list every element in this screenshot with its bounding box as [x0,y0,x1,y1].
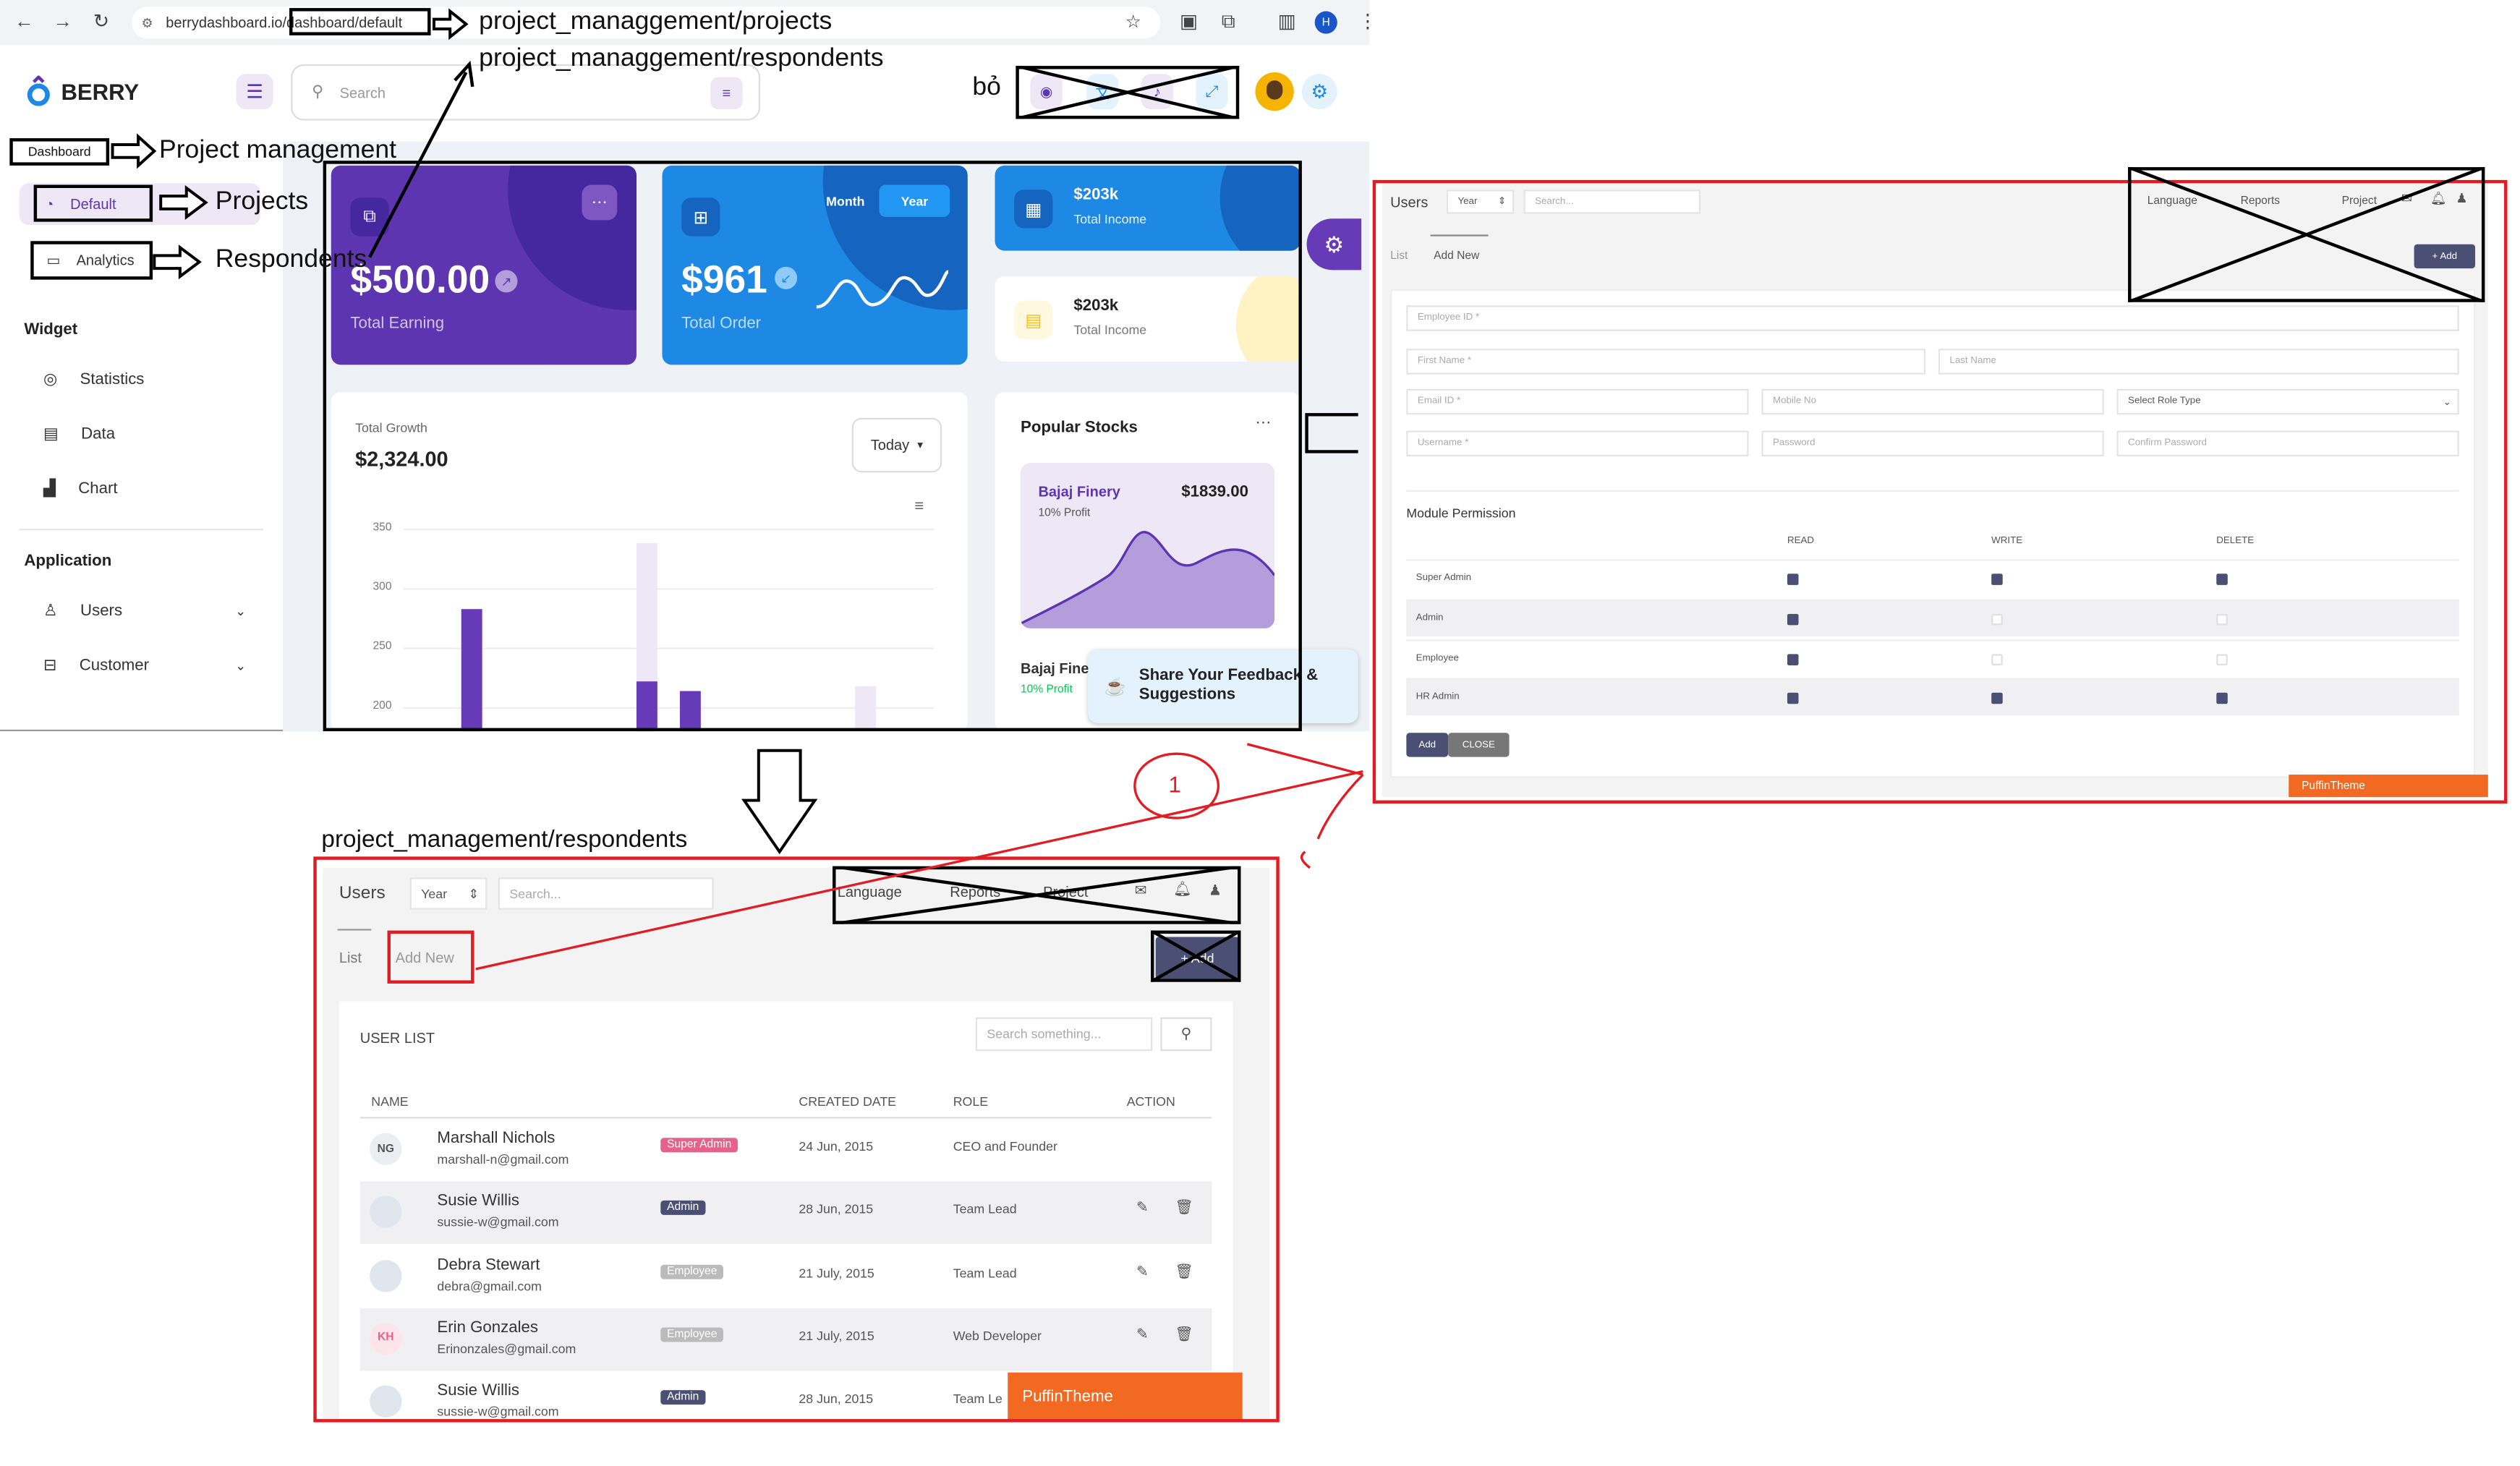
sidepanel-icon[interactable]: ▥ [1278,9,1296,32]
annotation-respondents-path: project_managgement/respondents [479,45,884,72]
berry-logo: BERRY [24,75,139,107]
filter-icon[interactable]: ≡ [710,77,743,110]
data-icon: ▤ [43,425,59,444]
nav-users-label: Users [80,602,123,621]
chevron-down-icon: ⌄ [235,604,246,619]
menu-toggle-button[interactable]: ☰ [236,74,273,110]
annotation-projects: Projects [215,187,309,216]
url-highlight-box [289,8,431,35]
annotation-projects-path: project_managgement/projects [479,8,833,35]
cross-out-mark [1151,930,1241,982]
analytics-icon: ▭ [46,251,61,268]
nav-customer-label: Customer [79,657,150,676]
nav-item-chart[interactable]: ▟ Chart [43,480,118,498]
profile-avatar[interactable]: H [1314,11,1337,34]
nav-dashboard-label[interactable]: Dashboard [9,138,110,166]
cross-out-mark [1016,66,1240,119]
nav-item-users[interactable]: ♙ Users ⌄ [43,602,246,620]
nav-statistics-label: Statistics [80,371,145,389]
forward-icon[interactable]: → [53,9,72,32]
nav-analytics-label: Analytics [76,252,135,269]
site-info-icon[interactable]: ⚙ [142,15,153,30]
basket-icon: ⊟ [43,657,57,676]
nav-default-label: Default [33,184,153,222]
cross-out-mark [2128,167,2485,302]
user-icon: ♙ [43,602,58,621]
customize-gear-icon[interactable]: ⚙ [1306,218,1362,270]
annotation-bottom-path: project_management/respondents [321,826,688,853]
settings-gear-icon[interactable]: ⚙ [1301,74,1337,110]
annotation-project-management: Project management [158,136,397,164]
user-avatar[interactable] [1255,72,1294,111]
nav-item-statistics[interactable]: ◎ Statistics [43,371,144,388]
divider [19,529,264,531]
nav-data-label: Data [81,425,116,444]
statistics-icon: ◎ [43,371,58,389]
nav-item-analytics[interactable]: ▭ Analytics [30,241,153,280]
section-application: Application [24,553,112,571]
puzzle-icon[interactable]: ⧉ [1222,9,1235,33]
berry-logo-icon [27,75,50,106]
annotation-step-number: 1 [1168,771,1181,798]
cross-out-mark [833,866,1241,924]
brand-name: BERRY [61,78,140,105]
annotation-respondents: Respondents [215,245,367,273]
annotation-remove-note: bỏ [972,74,1001,101]
back-icon[interactable]: ← [14,9,34,32]
reload-icon[interactable]: ↻ [93,9,109,32]
extension-icon[interactable]: ▣ [1180,9,1198,32]
section-widget: Widget [24,321,78,339]
search-placeholder: Search [339,84,386,101]
nav-item-data[interactable]: ▤ Data [43,426,115,443]
search-icon: ⚲ [312,83,324,101]
chevron-down-icon: ⌄ [235,659,246,674]
nav-item-customer[interactable]: ⊟ Customer ⌄ [43,657,246,675]
bookmark-star-icon[interactable]: ☆ [1125,12,1141,33]
chart-icon: ▟ [43,480,56,498]
nav-chart-label: Chart [78,480,118,498]
main-highlight-box [323,161,1302,732]
more-menu-icon[interactable]: ⋮ [1358,9,1378,32]
add-new-highlight [387,930,474,984]
